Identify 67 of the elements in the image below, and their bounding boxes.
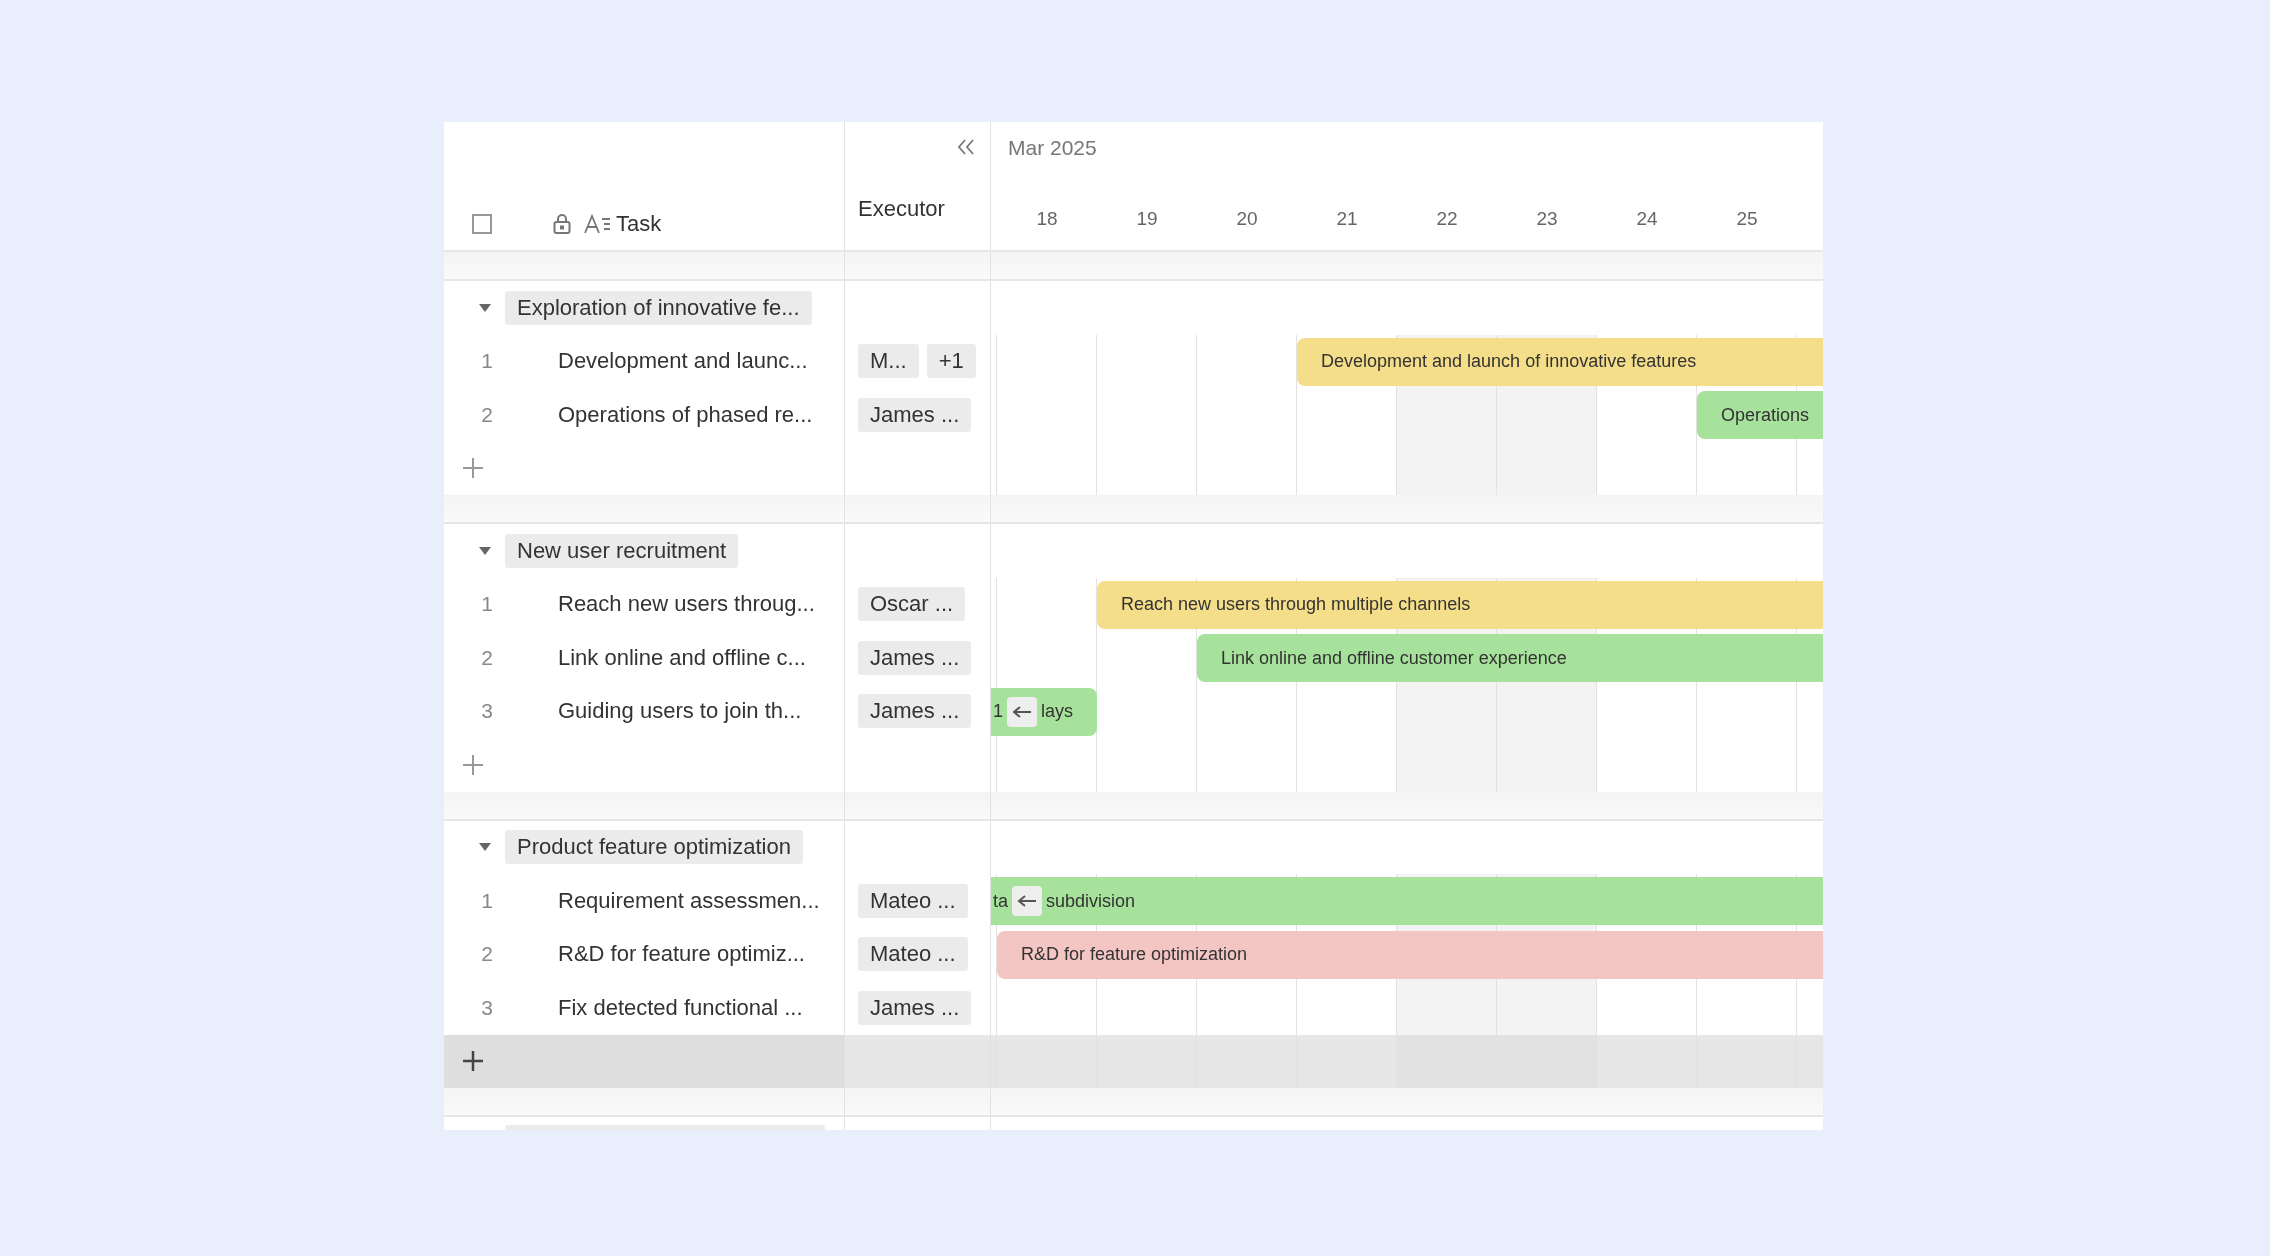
- executor-tag[interactable]: James ...: [858, 990, 972, 1025]
- plus-icon: [462, 1050, 484, 1073]
- row-number: 1: [480, 349, 494, 374]
- caret-icon[interactable]: [478, 842, 492, 853]
- row-number: 3: [480, 995, 494, 1020]
- task-name[interactable]: Fix detected functional ...: [558, 994, 803, 1021]
- row-number: 3: [480, 699, 494, 724]
- back-arrow-button[interactable]: [1007, 696, 1037, 727]
- day-label: 19: [1135, 208, 1159, 230]
- bar-label: Reach new users through multiple channels: [1121, 594, 1471, 615]
- executor-tag[interactable]: Oscar ...: [858, 587, 966, 622]
- day-label: 20: [1235, 208, 1259, 230]
- caret-icon[interactable]: [478, 545, 492, 556]
- task-name[interactable]: Reach new users throug...: [558, 591, 815, 618]
- text-field-icon: [584, 213, 612, 235]
- back-arrow-button[interactable]: [1012, 886, 1042, 916]
- caret-icon[interactable]: [478, 302, 492, 313]
- group-label[interactable]: New user recruitment: [505, 533, 739, 568]
- executor-tag[interactable]: James ...: [858, 397, 972, 432]
- group-label[interactable]: Exploration of innovative fe...: [505, 290, 812, 325]
- column-header[interactable]: Executor: [858, 196, 945, 222]
- day-label: 21: [1335, 208, 1359, 230]
- plus-icon: [462, 753, 484, 776]
- task-name[interactable]: Development and launc...: [558, 348, 808, 375]
- lock-icon: [552, 213, 572, 235]
- day-label: 22: [1435, 208, 1459, 230]
- executor-tag[interactable]: Mateo ...: [858, 937, 968, 972]
- executor-tag[interactable]: +1: [926, 344, 976, 379]
- row-number: 1: [480, 592, 494, 617]
- bar-label: ta: [993, 890, 1008, 912]
- bar-label: 1: [993, 701, 1003, 722]
- day-label: 24: [1635, 208, 1659, 230]
- day-label: 25: [1735, 208, 1759, 230]
- bar-label: R&D for feature optimization: [1021, 944, 1248, 965]
- column-header[interactable]: Task: [616, 211, 662, 237]
- month-label: Mar 2025: [1007, 136, 1098, 161]
- group-label[interactable]: Product feature optimization: [505, 830, 803, 865]
- bar-label: Link online and offline customer experience: [1221, 647, 1567, 669]
- task-bar[interactable]: Development and launch of innovative features: [1297, 337, 1823, 386]
- row-number: 2: [480, 402, 494, 427]
- executor-tag[interactable]: James ...: [858, 694, 972, 729]
- bar-label: lays: [1041, 701, 1074, 722]
- task-bar[interactable]: 1 lays: [991, 687, 1097, 736]
- task-bar[interactable]: Operations: [1697, 391, 1823, 439]
- executor-tag[interactable]: James ...: [858, 640, 972, 675]
- plus-icon: [462, 457, 484, 480]
- bar-label: Operations: [1721, 404, 1810, 426]
- day-label: 18: [1035, 208, 1059, 230]
- task-bar[interactable]: Reach new users through multiple channels: [1097, 580, 1823, 629]
- row-number: 2: [480, 645, 494, 670]
- task-name[interactable]: Link online and offline c...: [558, 644, 806, 671]
- row-number: 1: [480, 888, 494, 913]
- executor-tag[interactable]: M...: [858, 344, 919, 379]
- bar-label: Development and launch of innovative features: [1321, 351, 1697, 372]
- bar-label: subdivision: [1046, 890, 1136, 912]
- task-name[interactable]: R&D for feature optimiz...: [558, 941, 805, 968]
- task-name[interactable]: Guiding users to join th...: [558, 698, 802, 725]
- task-name[interactable]: Operations of phased re...: [558, 401, 813, 428]
- select-all-checkbox[interactable]: [472, 214, 492, 234]
- executor-tag[interactable]: Mateo ...: [858, 883, 968, 918]
- day-label: 23: [1535, 208, 1559, 230]
- row-number: 2: [480, 942, 494, 967]
- left-arrow-icon: [1012, 705, 1032, 718]
- task-name[interactable]: Requirement assessmen...: [558, 887, 820, 914]
- task-bar[interactable]: R&D for feature optimization: [997, 930, 1823, 979]
- left-arrow-icon: [1017, 895, 1037, 907]
- collapse-icon: [956, 138, 976, 156]
